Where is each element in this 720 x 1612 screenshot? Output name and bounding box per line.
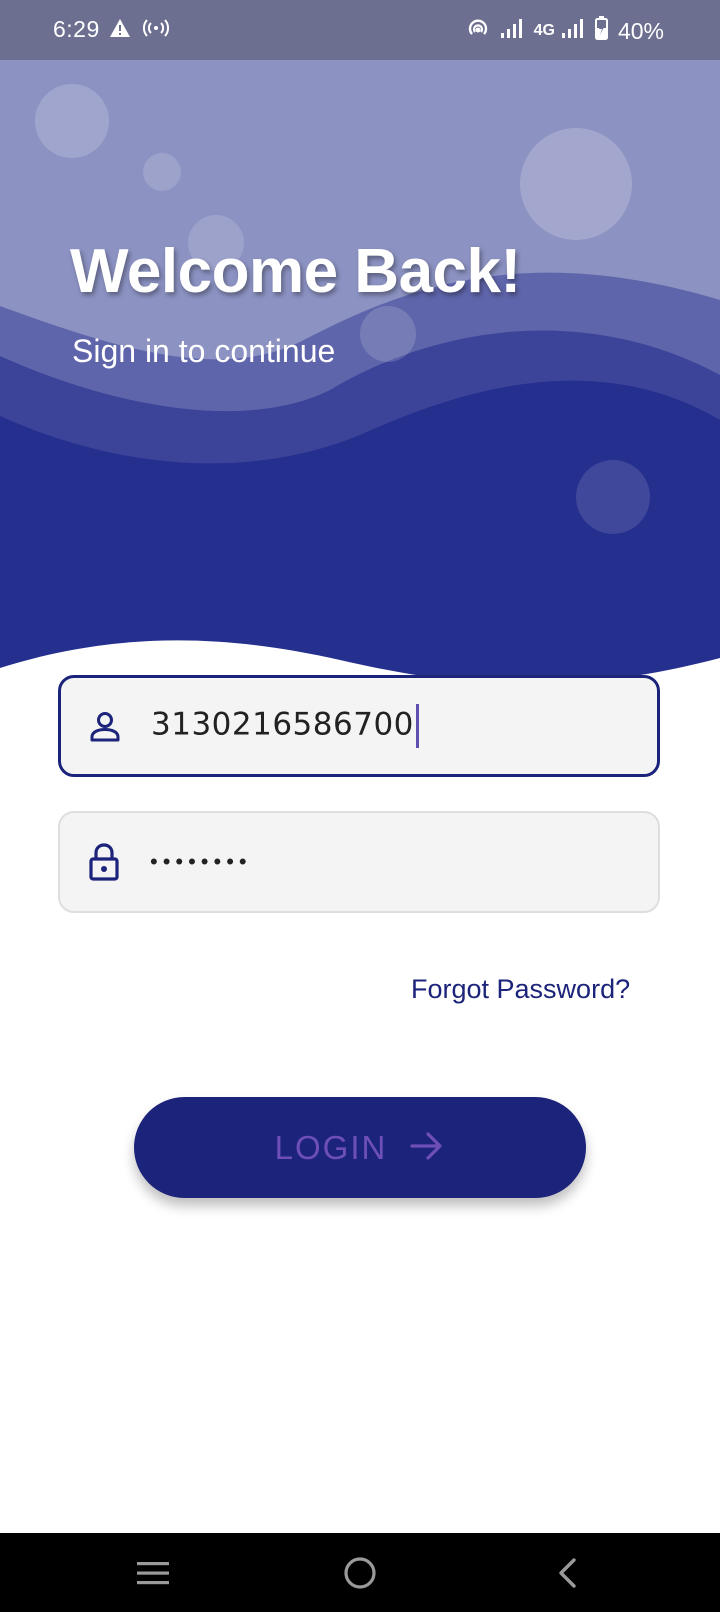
- username-text: 3130216586700: [151, 706, 414, 743]
- hotspot-icon: [466, 17, 490, 45]
- password-masked-value: ••••••••: [150, 849, 252, 874]
- text-caret: [415, 704, 419, 748]
- network-type: 4G: [533, 22, 555, 39]
- status-time: 6:29: [53, 16, 100, 42]
- page-subtitle: Sign in to continue: [72, 333, 336, 369]
- status-right: 4G 40%: [466, 16, 664, 46]
- login-button-label: LOGIN: [274, 1128, 388, 1166]
- header-wave-background: [0, 60, 720, 700]
- password-field[interactable]: ••••••••: [58, 811, 660, 913]
- back-icon[interactable]: [547, 1553, 587, 1593]
- battery-percent: 40%: [617, 17, 664, 44]
- page-title: Welcome Back!: [70, 237, 521, 306]
- wireless-broadcast-icon: [143, 17, 169, 44]
- arrow-right-icon: [409, 1131, 445, 1164]
- system-nav-bar: [0, 1533, 720, 1612]
- person-icon: [87, 708, 123, 744]
- login-button[interactable]: LOGIN: [134, 1097, 586, 1198]
- username-value[interactable]: 3130216586700: [151, 704, 419, 748]
- signal-icon: [500, 17, 524, 45]
- username-field[interactable]: 3130216586700: [58, 675, 660, 777]
- forgot-password-link[interactable]: Forgot Password?: [411, 974, 630, 1005]
- status-bar: 6:29 4G 40%: [0, 0, 720, 60]
- signal-icon: [561, 17, 585, 45]
- lock-icon: [86, 843, 122, 881]
- login-screen: 6:29 4G 40% Welcome Back! Sign in to con…: [0, 0, 720, 1612]
- battery-charging-icon: [594, 16, 608, 46]
- warning-icon: [109, 18, 131, 43]
- menu-icon[interactable]: [133, 1553, 173, 1593]
- status-left-icons: [109, 17, 169, 44]
- home-icon[interactable]: [340, 1553, 380, 1593]
